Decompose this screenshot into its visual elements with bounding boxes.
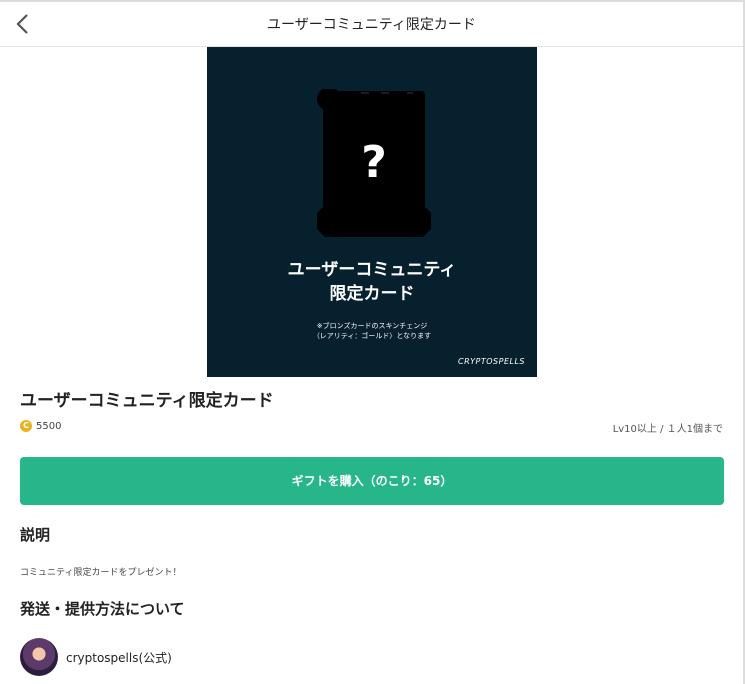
page-title: ユーザーコミュニティ限定カード <box>267 17 476 33</box>
promo-title-line1: ユーザーコミュニティ <box>287 260 457 280</box>
seller-profile[interactable]: cryptospells(公式) <box>20 638 172 676</box>
avatar <box>20 638 58 676</box>
purchase-limits: Lv10以上 / １人1個まで <box>612 424 723 435</box>
seller-name: cryptospells(公式) <box>66 650 172 665</box>
promo-note: ※ブロンズカードのスキンチェンジ （レアリティ：ゴールド）となります <box>207 321 537 341</box>
cryptospells-logo: CRYPTOSPELLS <box>458 357 525 366</box>
price: C 5500 <box>20 419 61 433</box>
promo-note-line2: （レアリティ：ゴールド）となります <box>312 332 432 340</box>
promo-note-line1: ※ブロンズカードのスキンチェンジ <box>316 322 428 330</box>
item-title: ユーザーコミュニティ限定カード <box>20 391 274 411</box>
header-bar: ユーザーコミュニティ限定カード <box>0 2 743 47</box>
promo-title: ユーザーコミュニティ 限定カード <box>207 258 537 306</box>
coin-icon: C <box>20 420 32 432</box>
question-mark: ? <box>361 137 387 188</box>
promo-card-image: ? ユーザーコミュニティ 限定カード ※ブロンズカードのスキンチェンジ （レアリ… <box>207 47 537 377</box>
description-text: コミュニティ限定カードをプレゼント！ <box>20 568 182 578</box>
delivery-heading: 発送・提供方法について <box>20 600 185 618</box>
buy-gift-button[interactable]: ギフトを購入（のこり：65） <box>20 457 724 505</box>
promo-title-line2: 限定カード <box>329 284 415 304</box>
description-heading: 説明 <box>20 526 51 544</box>
price-value: 5500 <box>36 420 62 432</box>
